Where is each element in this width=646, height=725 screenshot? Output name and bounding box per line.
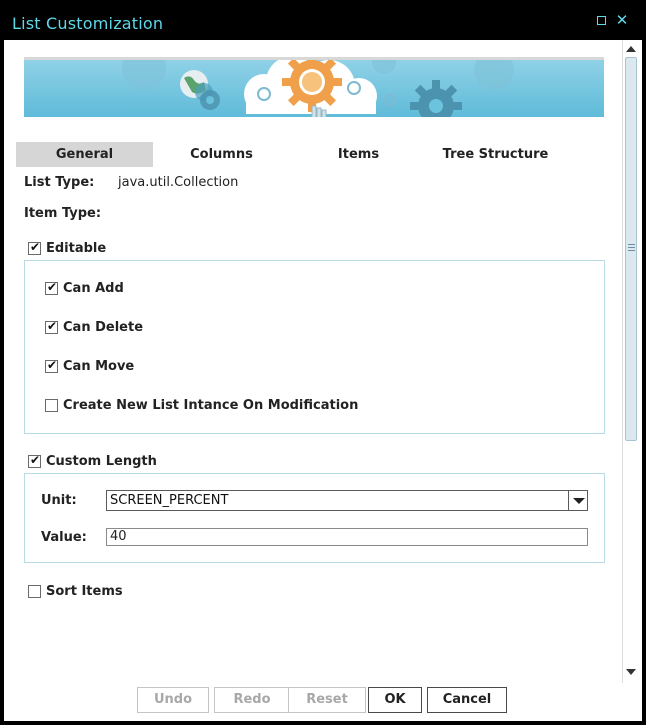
unit-label: Unit: — [41, 493, 77, 508]
editable-label: Editable — [46, 240, 107, 256]
vertical-scrollbar[interactable] — [622, 40, 638, 683]
sort-items-label: Sort Items — [46, 583, 123, 599]
scroll-down-icon[interactable] — [624, 665, 638, 679]
ok-button[interactable]: OK — [368, 687, 422, 713]
checkbox-checked-icon — [45, 358, 58, 373]
can-move-label: Can Move — [63, 358, 135, 374]
custom-length-checkbox[interactable]: Custom Length — [28, 453, 157, 469]
list-type-value: java.util.Collection — [118, 175, 239, 190]
can-add-label: Can Add — [63, 280, 124, 296]
list-customization-window: List Customization ✕ General Columns Ite… — [0, 0, 646, 725]
checkbox-checked-icon — [45, 319, 58, 334]
redo-button[interactable]: Redo — [214, 687, 290, 713]
cancel-button[interactable]: Cancel — [427, 687, 507, 713]
scrollbar-thumb[interactable] — [625, 57, 637, 441]
checkbox-unchecked-icon — [28, 584, 41, 598]
checkbox-unchecked-icon — [45, 398, 58, 412]
undo-button[interactable]: Undo — [137, 687, 209, 713]
item-type-label: Item Type: — [24, 206, 102, 221]
tab-tree-structure[interactable]: Tree Structure — [427, 142, 564, 167]
sort-items-checkbox[interactable]: Sort Items — [28, 583, 123, 599]
can-add-checkbox[interactable]: Can Add — [45, 280, 124, 296]
banner-image — [24, 57, 604, 117]
window-title: List Customization — [12, 14, 164, 33]
tab-columns[interactable]: Columns — [153, 142, 290, 167]
scroll-up-icon[interactable] — [624, 42, 638, 56]
can-delete-label: Can Delete — [63, 319, 144, 335]
chevron-down-icon[interactable] — [568, 491, 587, 510]
dialog-content: General Columns Items Tree Structure Lis… — [4, 40, 642, 683]
button-bar: Undo Redo Reset OK Cancel — [4, 683, 642, 721]
can-move-checkbox[interactable]: Can Move — [45, 358, 134, 374]
create-new-list-checkbox[interactable]: Create New List Intance On Modification — [45, 397, 358, 413]
checkbox-checked-icon — [28, 240, 41, 255]
create-new-list-label: Create New List Intance On Modification — [63, 397, 359, 413]
editable-options-group: Can Add Can Delete Can Move Create New L… — [24, 260, 605, 434]
close-icon[interactable]: ✕ — [614, 12, 630, 28]
maximize-icon[interactable] — [593, 12, 609, 28]
editable-checkbox[interactable]: Editable — [28, 240, 106, 256]
can-delete-checkbox[interactable]: Can Delete — [45, 319, 143, 335]
reset-button[interactable]: Reset — [288, 687, 366, 713]
checkbox-checked-icon — [45, 280, 58, 295]
value-field[interactable]: 40 — [106, 528, 588, 546]
value-label: Value: — [41, 530, 87, 545]
title-bar[interactable]: List Customization ✕ — [2, 2, 644, 40]
cloud-gears-illustration — [122, 60, 514, 117]
tab-bar: General Columns Items Tree Structure — [16, 142, 576, 167]
list-type-label: List Type: — [24, 175, 95, 190]
unit-select[interactable]: SCREEN_PERCENT — [106, 490, 588, 511]
tab-general[interactable]: General — [16, 142, 153, 167]
grip-icon — [628, 244, 635, 251]
custom-length-group — [24, 473, 605, 563]
checkbox-checked-icon — [28, 453, 41, 468]
unit-selected-value: SCREEN_PERCENT — [110, 493, 229, 508]
custom-length-label: Custom Length — [46, 453, 157, 469]
tab-items[interactable]: Items — [290, 142, 427, 167]
